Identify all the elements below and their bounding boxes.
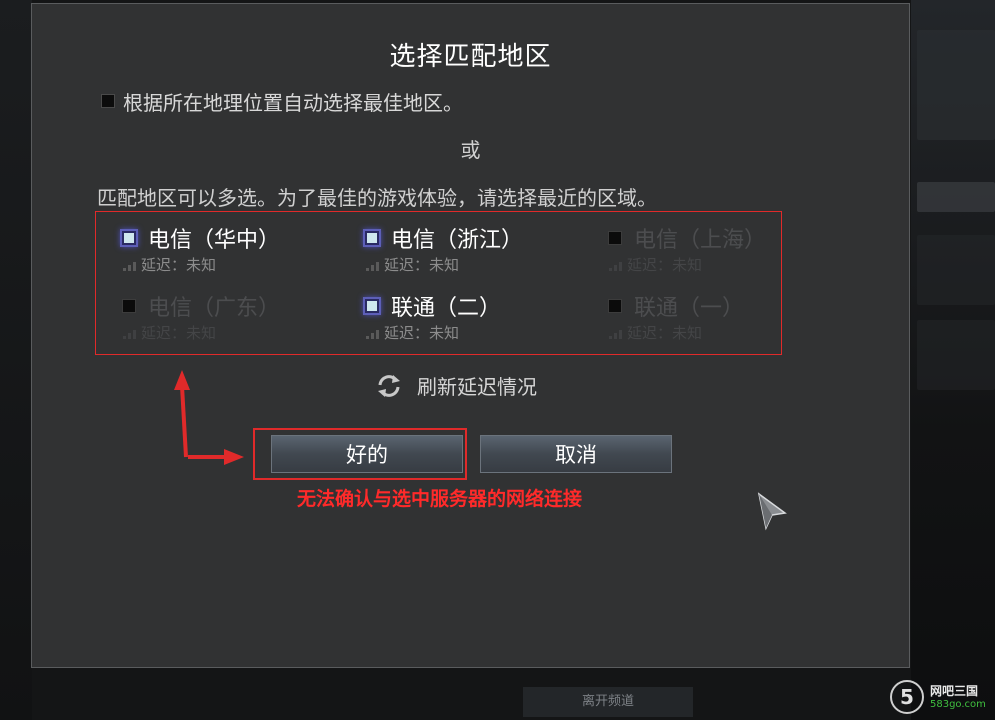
region-latency: 延迟：未知	[627, 324, 703, 342]
watermark-logo: 5	[890, 680, 924, 714]
region-checkbox-checked[interactable]	[363, 229, 381, 247]
region-list: 电信（华中） 延迟：未知 电信（浙江） 延迟：未知 电信（上海） 延迟：未知 电…	[95, 211, 782, 355]
mouse-cursor-icon	[757, 492, 787, 531]
region-name: 电信（广东）	[148, 296, 281, 321]
signal-icon	[120, 259, 138, 271]
cancel-button[interactable]: 取消	[480, 435, 672, 473]
auto-select-checkbox[interactable]	[101, 94, 115, 108]
ok-button[interactable]: 好的	[271, 435, 463, 473]
or-separator: 或	[32, 134, 909, 163]
region-latency: 延迟：未知	[141, 324, 217, 342]
leave-channel-button[interactable]: 离开频道	[523, 687, 693, 717]
annotation-arrow	[174, 370, 244, 465]
region-name: 联通（二）	[391, 296, 502, 321]
region-checkbox-unchecked	[122, 299, 136, 313]
region-option-telecom-guangdong: 电信（广东） 延迟：未知	[120, 292, 340, 352]
signal-icon	[120, 327, 138, 339]
region-checkbox-unchecked	[608, 231, 622, 245]
region-name: 联通（一）	[634, 296, 745, 321]
auto-select-option[interactable]: 根据所在地理位置自动选择最佳地区。	[101, 89, 463, 115]
region-name: 电信（上海）	[634, 228, 767, 253]
or-label: 或	[460, 138, 481, 162]
region-option-telecom-central[interactable]: 电信（华中） 延迟：未知	[120, 224, 340, 284]
region-checkbox-checked[interactable]	[120, 229, 138, 247]
signal-icon	[606, 327, 624, 339]
background-left	[0, 0, 32, 720]
region-option-unicom-1: 联通（一） 延迟：未知	[606, 292, 826, 352]
region-select-dialog: 选择匹配地区 根据所在地理位置自动选择最佳地区。 或 匹配地区可以多选。为了最佳…	[31, 3, 910, 668]
multi-select-hint: 匹配地区可以多选。为了最佳的游戏体验，请选择最近的区域。	[97, 186, 657, 210]
region-option-telecom-zhejiang[interactable]: 电信（浙江） 延迟：未知	[363, 224, 583, 284]
region-option-unicom-2[interactable]: 联通（二） 延迟：未知	[363, 292, 583, 352]
signal-icon	[363, 327, 381, 339]
region-checkbox-checked[interactable]	[363, 297, 381, 315]
refresh-latency-button[interactable]: 刷新延迟情况	[375, 371, 537, 400]
auto-select-label: 根据所在地理位置自动选择最佳地区。	[123, 90, 463, 115]
refresh-icon	[378, 374, 400, 397]
region-name: 电信（华中）	[148, 228, 281, 253]
watermark-site-name: 网吧三国	[930, 684, 979, 698]
region-latency: 延迟：未知	[627, 256, 703, 274]
connection-error-message: 无法确认与选中服务器的网络连接	[297, 488, 583, 510]
region-name: 电信（浙江）	[391, 228, 524, 253]
signal-icon	[363, 259, 381, 271]
refresh-latency-label: 刷新延迟情况	[417, 375, 537, 399]
background-right	[911, 0, 995, 720]
dialog-title: 选择匹配地区	[389, 42, 552, 72]
region-latency: 延迟：未知	[384, 256, 460, 274]
signal-icon	[606, 259, 624, 271]
region-option-telecom-shanghai: 电信（上海） 延迟：未知	[606, 224, 826, 284]
region-latency: 延迟：未知	[141, 256, 217, 274]
watermark-site-url: 583go.com	[930, 699, 986, 710]
region-latency: 延迟：未知	[384, 324, 460, 342]
region-checkbox-unchecked	[608, 299, 622, 313]
watermark: 5 网吧三国 583go.com	[890, 678, 994, 718]
